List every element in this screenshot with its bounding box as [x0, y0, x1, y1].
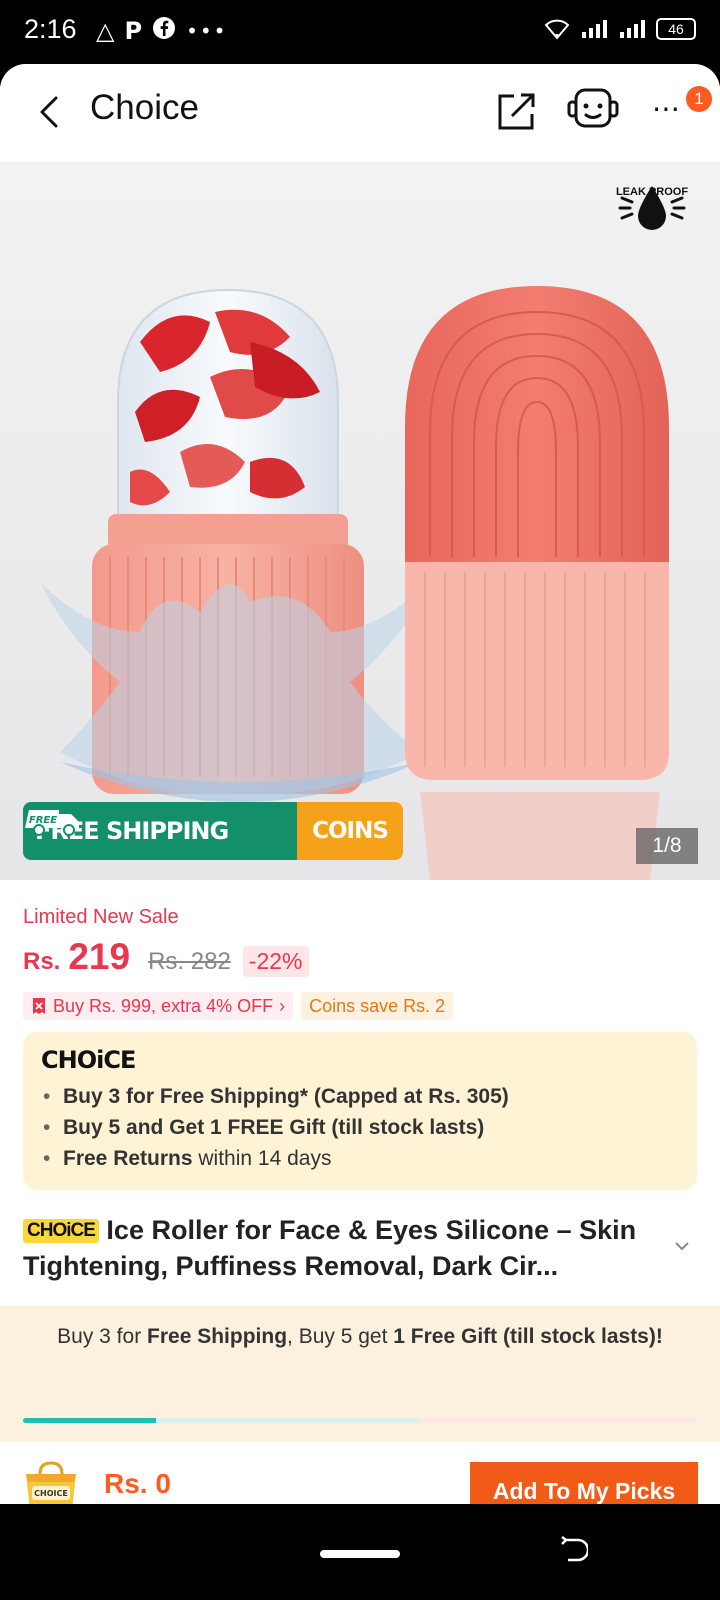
p-icon: P	[124, 17, 143, 45]
chevron-right-icon: ›	[279, 995, 286, 1016]
progress-fill	[23, 1418, 157, 1423]
status-bar: 2:16 △ P ••• 46	[0, 0, 720, 64]
image-counter: 1/8	[636, 828, 698, 864]
page-title: Choice	[90, 88, 199, 127]
benefit-text: Free Returns	[63, 1147, 193, 1170]
cart-total: Rs. 0	[104, 1468, 171, 1499]
benefit-text: Buy 5 and Get 1 FREE Gift (till stock la…	[63, 1116, 485, 1139]
leak-proof-seal: LEAK PROOF	[612, 184, 692, 230]
shipping-text-bold: 1 Free Gift (till stock lasts)!	[393, 1325, 663, 1348]
bulk-discount-label: Buy Rs. 999, extra 4% OFF	[53, 995, 274, 1016]
coins-offer: Coins save Rs. 2	[301, 992, 454, 1020]
shipping-progress-text: Buy 3 for Free Shipping, Buy 5 get 1 Fre…	[40, 1324, 680, 1349]
price-currency: Rs.	[23, 948, 61, 975]
warning-triangle-icon: △	[96, 17, 115, 45]
benefit-item: Buy 5 and Get 1 FREE Gift (till stock la…	[41, 1116, 679, 1140]
facebook-icon	[152, 16, 176, 46]
sale-label: Limited New Sale	[23, 906, 179, 928]
current-price: 219	[68, 936, 131, 977]
choice-tag: CHOiCE	[23, 1219, 99, 1243]
discount-badge: -22%	[242, 946, 309, 977]
shipping-text-part: Buy 3 for	[57, 1325, 148, 1348]
rotate-screen-icon[interactable]	[556, 1534, 588, 1566]
choice-cart-icon[interactable]: CHOICE	[22, 1460, 80, 1504]
original-price: Rs. 282	[148, 948, 231, 975]
benefit-item: Free Returns within 14 days	[41, 1147, 679, 1171]
battery-level: 46	[668, 21, 684, 37]
price-row: Rs. 219 Rs. 282 -22%	[23, 936, 309, 978]
home-gesture-pill[interactable]	[320, 1550, 400, 1558]
chevron-down-icon[interactable]	[672, 1236, 692, 1256]
progress-track	[23, 1418, 697, 1423]
system-icons: 46	[544, 18, 696, 40]
customer-service-icon[interactable]	[566, 86, 620, 134]
product-image	[0, 162, 720, 880]
product-title[interactable]: CHOiCE Ice Roller for Face & Eyes Silico…	[23, 1212, 663, 1284]
delivery-truck-icon: FREE	[25, 810, 79, 836]
choice-benefits-card[interactable]: CHOiCE Buy 3 for Free Shipping* (Capped …	[23, 1032, 697, 1190]
benefit-rest: within 14 days	[192, 1147, 332, 1170]
free-tag: FREE	[29, 815, 57, 826]
product-image-carousel[interactable]: LEAK PROOF FREE FREE SHIPPING COINS 1/8	[0, 162, 720, 880]
signal-icon	[582, 20, 607, 38]
wifi-icon	[544, 19, 570, 40]
battery-icon: 46	[656, 18, 696, 40]
bulk-discount-offer[interactable]: Buy Rs. 999, extra 4% OFF ›	[23, 992, 294, 1020]
cart-icon-label: CHOICE	[34, 1489, 68, 1498]
shipping-text-bold: Free Shipping	[147, 1325, 288, 1348]
notification-badge: 1	[686, 86, 712, 112]
top-bar: Choice ⋯ 1	[0, 64, 720, 162]
benefit-item: Buy 3 for Free Shipping* (Capped at Rs. …	[41, 1085, 679, 1109]
coins-label: COINS	[297, 802, 403, 860]
more-dots-icon: •••	[186, 19, 228, 43]
water-drop-icon	[618, 186, 686, 230]
offers-row: Buy Rs. 999, extra 4% OFF › Coins save R…	[23, 992, 454, 1020]
back-arrow-icon[interactable]	[30, 92, 70, 132]
product-page: Choice ⋯ 1 LEAK PROOF FREE FREE SHIPPING…	[0, 64, 720, 1504]
bottom-action-bar: CHOICE Rs. 0 Add To My Picks	[0, 1442, 720, 1504]
free-shipping-section: FREE FREE SHIPPING	[23, 802, 297, 860]
benefit-text: Buy 3 for Free Shipping* (Capped at Rs. …	[63, 1085, 509, 1108]
shipping-progress-bar: Buy 3 for Free Shipping, Buy 5 get 1 Fre…	[0, 1306, 720, 1442]
shipping-text-part: , Buy 5 get	[287, 1325, 394, 1348]
status-time: 2:16	[24, 14, 77, 44]
choice-logo: CHOiCE	[41, 1046, 136, 1074]
coins-offer-label: Coins save Rs. 2	[309, 995, 446, 1016]
signal-icon-2	[620, 20, 645, 38]
notification-icons: △ P •••	[96, 16, 227, 46]
product-title-text: Ice Roller for Face & Eyes Silicone – Sk…	[23, 1215, 637, 1281]
free-shipping-coins-banner: FREE FREE SHIPPING COINS	[23, 802, 403, 860]
coupon-icon	[33, 998, 45, 1014]
system-navigation-bar	[0, 1504, 720, 1600]
add-to-picks-button[interactable]: Add To My Picks	[470, 1462, 698, 1504]
share-icon[interactable]	[496, 90, 538, 132]
